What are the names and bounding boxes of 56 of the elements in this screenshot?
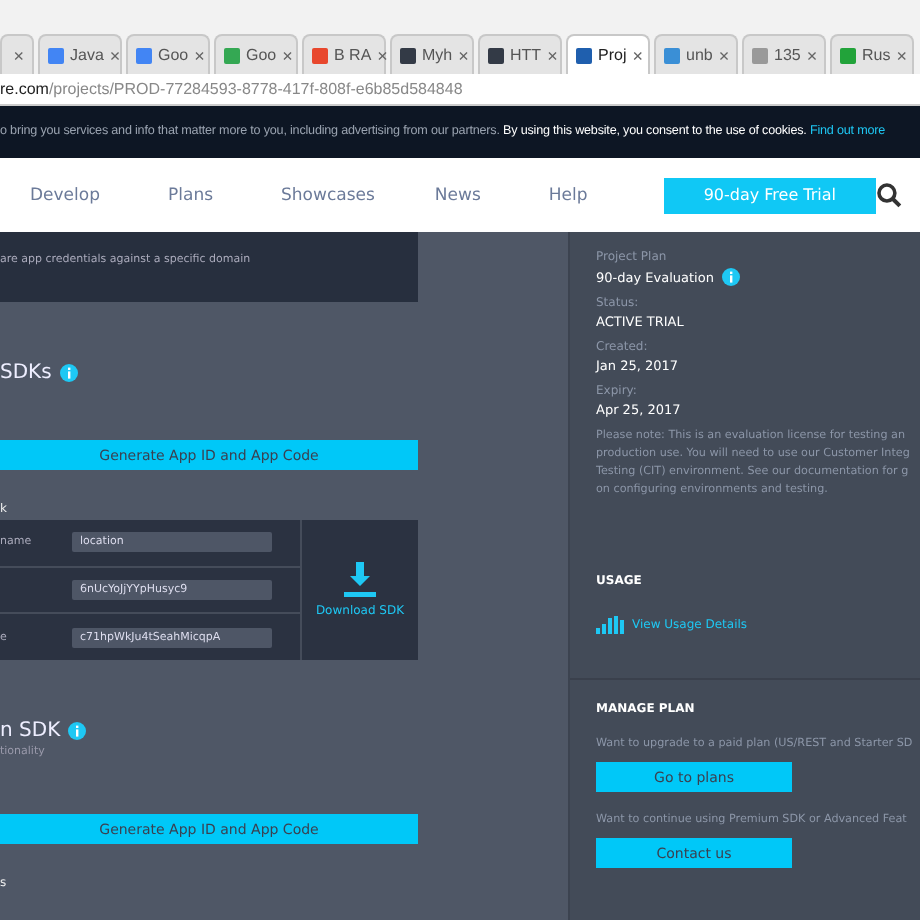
nav-link[interactable]: Plans xyxy=(168,185,214,205)
site-icon xyxy=(400,47,416,63)
tab-title: Java xyxy=(70,46,104,64)
bar-chart-icon xyxy=(596,616,624,634)
site-icon xyxy=(224,47,240,63)
close-icon[interactable]: × xyxy=(718,45,730,65)
tab-title: HTT xyxy=(510,46,542,64)
tab-title: 135 xyxy=(774,46,801,64)
browser-tab[interactable]: Myh × xyxy=(390,34,474,74)
site-icon xyxy=(664,47,680,63)
nav-link[interactable]: Showcases xyxy=(281,185,375,205)
close-icon[interactable]: × xyxy=(896,45,907,65)
tab-title: unb xyxy=(686,46,713,64)
site-icon xyxy=(752,47,768,63)
close-icon[interactable]: × xyxy=(109,45,121,65)
browser-tab[interactable]: unb × xyxy=(654,34,738,74)
nav-link[interactable]: Develop xyxy=(30,185,100,205)
download-icon xyxy=(344,562,376,598)
close-icon[interactable]: × xyxy=(806,45,818,65)
section-title: SDKs xyxy=(0,362,52,384)
tab-title: Myh xyxy=(422,46,453,64)
site-icon xyxy=(488,47,504,63)
site-icon xyxy=(136,47,152,63)
browser-tab[interactable]: Proj × xyxy=(566,34,650,74)
site-icon xyxy=(840,47,856,63)
tab-title: Goo xyxy=(246,46,277,64)
browser-tab[interactable]: HTT × xyxy=(478,34,562,74)
address-bar[interactable]: re.com/projects/PROD-77284593-8778-417f-808f-e6b85d584848 xyxy=(0,74,920,106)
site-icon xyxy=(312,47,328,63)
browser-tab[interactable]: 135 × xyxy=(742,34,826,74)
tab-title: B RA xyxy=(334,46,372,64)
section-title: n SDK xyxy=(0,720,61,742)
close-icon[interactable]: × xyxy=(282,45,293,65)
browser-tab[interactable]: Java × xyxy=(38,34,122,74)
close-icon[interactable]: × xyxy=(458,45,469,65)
tab-title: Rus xyxy=(862,46,891,64)
close-icon[interactable]: × xyxy=(13,45,24,65)
browser-tab[interactable]: × xyxy=(0,34,34,74)
browser-tab[interactable]: Goo × xyxy=(214,34,298,74)
tab-title: Proj xyxy=(598,46,627,64)
browser-tab[interactable]: Rus × xyxy=(830,34,914,74)
site-icon xyxy=(576,47,592,63)
nav-link[interactable]: Help xyxy=(548,185,588,205)
nav-link[interactable]: News xyxy=(434,185,481,205)
site-icon xyxy=(48,47,64,63)
search-icon[interactable] xyxy=(876,182,902,208)
browser-tab[interactable]: Goo × xyxy=(126,34,210,74)
close-icon[interactable]: × xyxy=(377,45,388,65)
close-icon[interactable]: × xyxy=(194,45,205,65)
close-icon[interactable]: × xyxy=(632,45,643,65)
close-icon[interactable]: × xyxy=(547,45,558,65)
info-icon[interactable] xyxy=(721,268,740,286)
browser-tab[interactable]: B RA × xyxy=(302,34,386,74)
info-icon[interactable] xyxy=(68,722,87,740)
info-icon[interactable] xyxy=(59,364,78,382)
tab-title: Goo xyxy=(158,46,189,64)
